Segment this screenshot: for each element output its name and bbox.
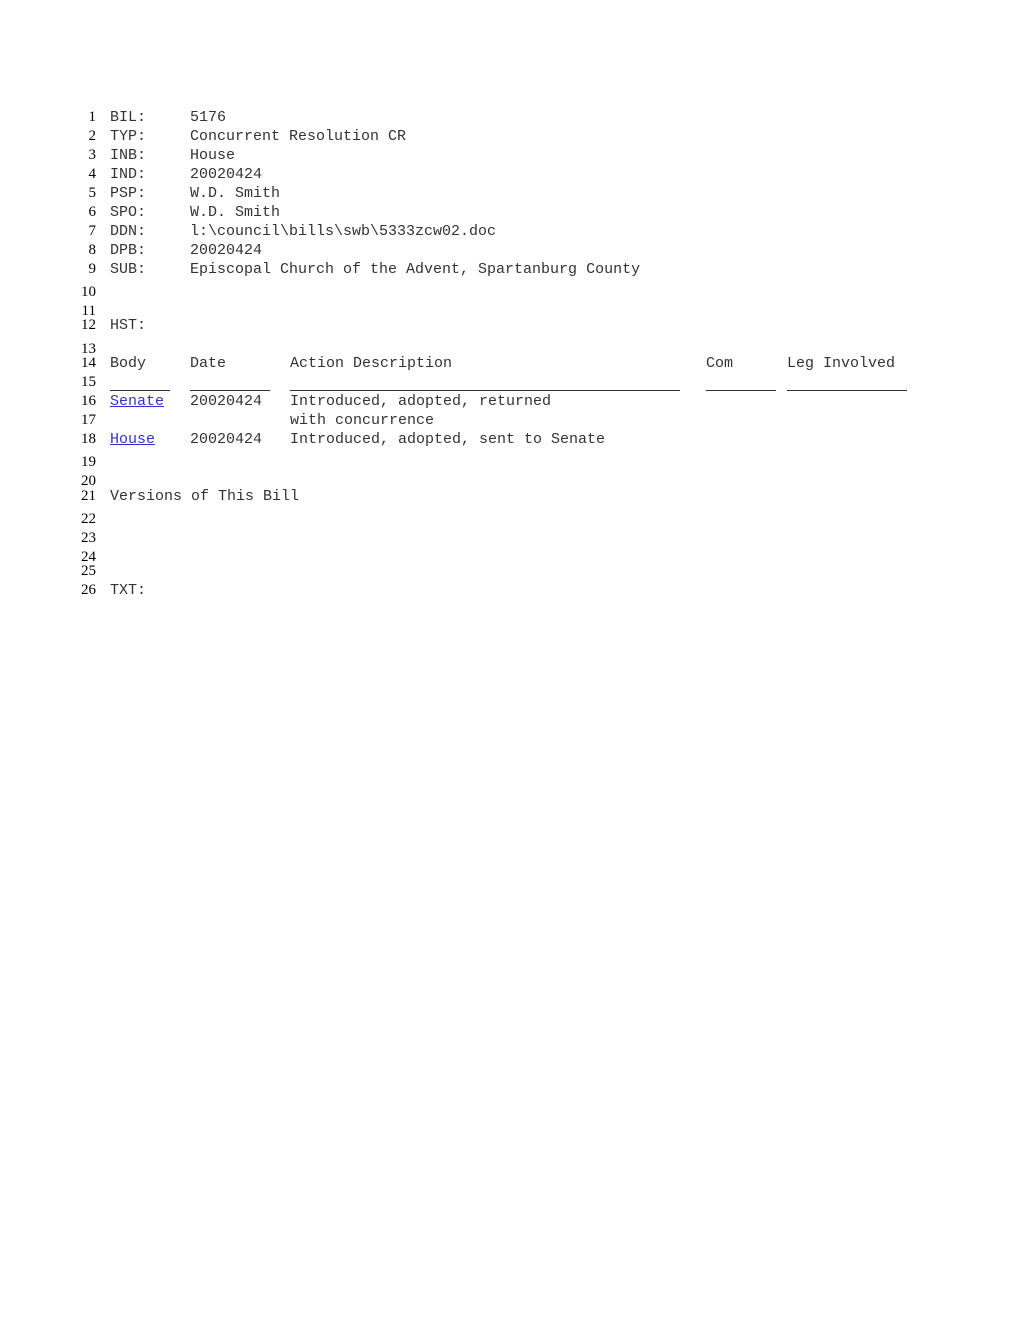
field-line: 6 SPO: W.D. Smith xyxy=(0,203,1020,222)
line-number: 25 xyxy=(81,563,96,579)
row-action: Introduced, adopted, sent to Senate xyxy=(290,431,606,448)
field-key: PSP: xyxy=(110,185,147,202)
line-number: 22 xyxy=(81,511,96,527)
header-leg: Leg Involved xyxy=(787,355,896,372)
field-value: l:\council\bills\swb\5333zcw02.doc xyxy=(190,223,497,240)
header-underline-row: 15 xyxy=(0,373,1020,392)
blank-line: 10 xyxy=(0,283,1020,302)
field-key: SPO: xyxy=(110,204,147,221)
line-number: 6 xyxy=(88,204,97,220)
blank-line: 23 xyxy=(0,529,1020,548)
line-number: 8 xyxy=(88,242,97,258)
history-label: HST: xyxy=(110,317,147,334)
row-action: Introduced, adopted, returned xyxy=(290,393,552,410)
field-value: W.D. Smith xyxy=(190,185,281,202)
field-line: 9 SUB: Episcopal Church of the Advent, S… xyxy=(0,260,1020,279)
line-number: 21 xyxy=(81,488,96,504)
field-key: SUB: xyxy=(110,261,147,278)
field-key: DDN: xyxy=(110,223,147,240)
field-value: House xyxy=(190,147,236,164)
field-value: Concurrent Resolution CR xyxy=(190,128,407,145)
line-number: 2 xyxy=(88,128,97,144)
header-com: Com xyxy=(706,355,734,372)
body-link-senate[interactable]: Senate xyxy=(110,393,164,410)
body-link-house[interactable]: House xyxy=(110,431,155,448)
line-number: 3 xyxy=(88,147,97,163)
field-key: BIL: xyxy=(110,109,147,126)
history-row: 16 Senate 20020424 Introduced, adopted, … xyxy=(0,392,1020,411)
line-number: 12 xyxy=(81,317,96,333)
versions-label: Versions of This Bill xyxy=(110,488,300,505)
header-action: Action Description xyxy=(290,355,453,372)
field-line: 8 DPB: 20020424 xyxy=(0,241,1020,260)
history-label-line: 12 HST: xyxy=(0,316,1020,335)
divider xyxy=(290,390,680,391)
line-number: 19 xyxy=(81,454,96,470)
line-number: 5 xyxy=(88,185,97,201)
line-number: 9 xyxy=(88,261,97,277)
field-key: IND: xyxy=(110,166,147,183)
field-value: 20020424 xyxy=(190,166,263,183)
field-line: 1 BIL: 5176 xyxy=(0,108,1020,127)
header-date: Date xyxy=(190,355,227,372)
field-value: Episcopal Church of the Advent, Spartanb… xyxy=(190,261,641,278)
field-value: 20020424 xyxy=(190,242,263,259)
field-key: TYP: xyxy=(110,128,147,145)
field-line: 7 DDN: l:\council\bills\swb\5333zcw02.do… xyxy=(0,222,1020,241)
field-line: 4 IND: 20020424 xyxy=(0,165,1020,184)
line-number: 4 xyxy=(88,166,97,182)
txt-label: TXT: xyxy=(110,582,147,599)
blank-line: 25 xyxy=(0,562,1020,581)
history-row-continuation: 17 with concurrence xyxy=(0,411,1020,430)
divider xyxy=(190,390,270,391)
line-number: 26 xyxy=(81,582,96,598)
field-line: 3 INB: House xyxy=(0,146,1020,165)
line-number: 23 xyxy=(81,530,96,546)
blank-line: 19 xyxy=(0,453,1020,472)
line-number: 16 xyxy=(81,393,96,409)
history-row: 18 House 20020424 Introduced, adopted, s… xyxy=(0,430,1020,449)
line-number: 17 xyxy=(81,412,96,428)
line-number: 15 xyxy=(81,374,96,390)
versions-line: 21 Versions of This Bill xyxy=(0,487,1020,506)
divider xyxy=(706,390,776,391)
field-key: INB: xyxy=(110,147,147,164)
line-number: 18 xyxy=(81,431,96,447)
divider xyxy=(787,390,907,391)
line-number: 14 xyxy=(81,355,96,371)
row-action-continued: with concurrence xyxy=(290,412,435,429)
field-line: 2 TYP: Concurrent Resolution CR xyxy=(0,127,1020,146)
divider xyxy=(110,390,170,391)
row-date: 20020424 xyxy=(190,431,263,448)
line-number: 1 xyxy=(88,109,97,125)
field-key: DPB: xyxy=(110,242,147,259)
line-number: 7 xyxy=(88,223,97,239)
history-header-row: 14 Body Date Action Description Com Leg … xyxy=(0,354,1020,373)
field-line: 5 PSP: W.D. Smith xyxy=(0,184,1020,203)
header-body: Body xyxy=(110,355,147,372)
row-date: 20020424 xyxy=(190,393,263,410)
line-number: 10 xyxy=(81,284,96,300)
field-value: 5176 xyxy=(190,109,227,126)
blank-line: 22 xyxy=(0,510,1020,529)
field-value: W.D. Smith xyxy=(190,204,281,221)
txt-line: 26 TXT: xyxy=(0,581,1020,600)
